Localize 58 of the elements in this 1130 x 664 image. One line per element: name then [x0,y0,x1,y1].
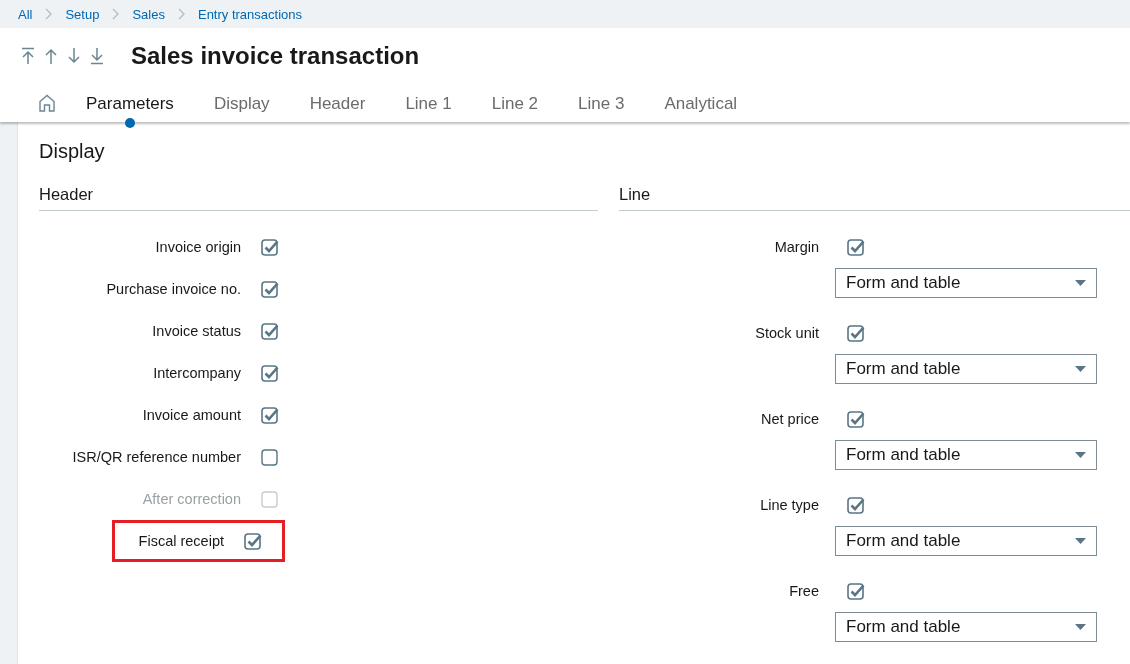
field-label: Invoice origin [154,239,242,255]
caret-icon [1075,624,1086,630]
field-label: ISR/QR reference number [71,449,242,465]
caret-icon [1075,538,1086,544]
section-title: Display [39,140,106,163]
tab[interactable]: Parameters [86,94,174,128]
checkbox[interactable] [847,496,865,514]
field-label: Invoice amount [141,407,242,423]
field-label: Line type [759,497,820,513]
breadcrumb-link[interactable]: Setup [65,6,100,22]
previous-record-icon[interactable] [43,47,59,65]
first-record-icon[interactable] [20,47,36,65]
chevron-icon [44,8,54,20]
field-label: Fiscal receipt [137,533,225,549]
display-dropdown[interactable]: Form and table [835,440,1097,470]
last-record-icon[interactable] [89,47,105,65]
field-label: Intercompany [152,365,242,381]
caret-icon [1075,452,1086,458]
next-record-icon[interactable] [66,47,82,65]
checkbox[interactable] [847,238,865,256]
display-dropdown[interactable]: Form and table [835,526,1097,556]
breadcrumb-link[interactable]: All [18,6,33,22]
display-dropdown[interactable]: Form and table [835,354,1097,384]
field-label: Invoice status [151,323,242,339]
tab[interactable]: Line 1 [405,94,452,128]
group-title: Header [39,185,598,211]
checkbox[interactable] [261,238,279,256]
breadcrumb-link[interactable]: Sales [132,6,165,22]
checkbox[interactable] [847,582,865,600]
tab[interactable]: Header [309,94,366,128]
tab[interactable]: Line 3 [578,94,625,128]
home-icon[interactable] [38,94,56,112]
chevron-icon [111,8,121,20]
page-title: Sales invoice transaction [131,42,420,70]
checkbox[interactable] [261,322,279,340]
tab[interactable]: Line 2 [491,94,539,128]
checkbox[interactable] [261,406,279,424]
tab[interactable]: Display [213,94,270,128]
checkbox[interactable] [847,410,865,428]
field-label: Stock unit [754,325,820,341]
checkbox[interactable] [261,364,279,382]
checkbox[interactable] [244,532,262,550]
field-label: Margin [773,239,820,255]
chevron-icon [176,8,186,20]
checkbox[interactable] [847,324,865,342]
field-label: Free [788,583,820,599]
checkbox[interactable] [261,280,279,298]
field-label: Purchase invoice no. [105,281,242,297]
breadcrumb-link[interactable]: Entry transactions [197,6,302,22]
caret-icon [1075,280,1086,286]
caret-icon [1075,366,1086,372]
field-label: Net price [759,411,820,427]
tab[interactable]: Analytical [664,94,738,128]
display-dropdown[interactable]: Form and table [835,612,1097,642]
field-label: After correction [141,491,242,507]
display-dropdown[interactable]: Form and table [835,268,1097,298]
checkbox[interactable] [261,448,279,466]
group-title: Line [619,185,1130,211]
